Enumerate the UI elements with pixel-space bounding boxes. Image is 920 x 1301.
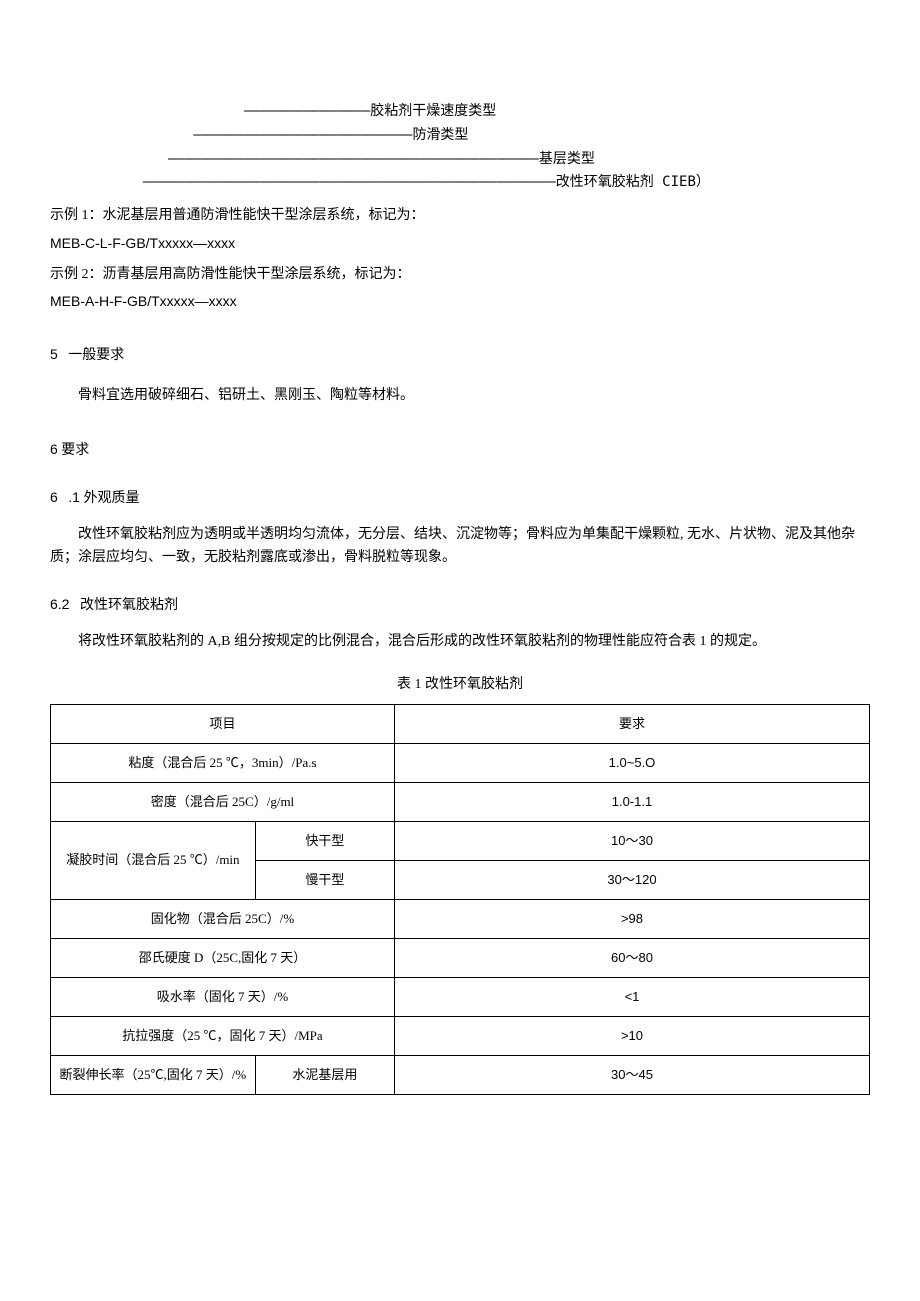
section-5-title: 一般要求 (68, 348, 124, 363)
table-cell: 快干型 (255, 822, 394, 861)
section-6-1-heading: 6 .1 外观质量 (50, 486, 870, 510)
table-cell: 断裂伸长率（25℃,固化 7 天）/% (51, 1056, 256, 1095)
example-1-code: MEB-C-L-F-GB/Txxxxx—xxxx (50, 232, 870, 254)
legend-text-3: 基层类型 (539, 151, 595, 167)
table-cell: 30～120 (394, 861, 869, 900)
legend-line-4: ————————————————————————————————————————… (50, 171, 870, 195)
table-cell: 60～80 (394, 939, 869, 978)
section-6-1-sub: .1 (68, 489, 80, 505)
legend-text-2: 防滑类型 (412, 127, 468, 143)
section-6-2-heading: 6.2 改性环氧胶粘剂 (50, 593, 870, 617)
table-cell: 30～45 (394, 1056, 869, 1095)
section-6-title: 要求 (61, 443, 89, 458)
example-1-label: 示例 1：水泥基层用普通防滑性能快干型涂层系统，标记为： (50, 205, 870, 227)
table-1-caption: 表 1 改性环氧胶粘剂 (50, 674, 870, 696)
section-6-2-num: 6.2 (50, 596, 69, 612)
table-cell: 凝胶时间（混合后 25 ℃）/min (51, 822, 256, 900)
legend-text-1: 胶粘剂干燥速度类型 (370, 103, 496, 119)
table-cell: 10～30 (394, 822, 869, 861)
table-header-item: 项目 (51, 705, 395, 744)
section-6-1-title: 外观质量 (83, 491, 139, 506)
table-row: 邵氏硬度 D（25C,固化 7 天） 60～80 (51, 939, 870, 978)
table-cell: 邵氏硬度 D（25C,固化 7 天） (51, 939, 395, 978)
table-cell: >10 (394, 1017, 869, 1056)
section-5-body: 骨料宜选用破碎细石、铝研土、黑刚玉、陶粒等材料。 (50, 385, 870, 407)
table-row: 断裂伸长率（25℃,固化 7 天）/% 水泥基层用 30～45 (51, 1056, 870, 1095)
table-cell: 1.0~5.O (394, 744, 869, 783)
legend-block: ———————————————胶粘剂干燥速度类型 ———————————————… (50, 100, 870, 195)
table-row: 吸水率（固化 7 天）/% <1 (51, 978, 870, 1017)
table-cell: 慢干型 (255, 861, 394, 900)
table-row: 粘度（混合后 25 ℃，3min）/Pa.s 1.0~5.O (51, 744, 870, 783)
table-cell: 吸水率（固化 7 天）/% (51, 978, 395, 1017)
table-cell: 固化物（混合后 25C）/% (51, 900, 395, 939)
section-6-2-title: 改性环氧胶粘剂 (80, 598, 178, 613)
example-2-code: MEB-A-H-F-GB/Txxxxx—xxxx (50, 290, 870, 312)
table-row: 抗拉强度（25 ℃，固化 7 天）/MPa >10 (51, 1017, 870, 1056)
table-row: 密度（混合后 25C）/g/ml 1.0-1.1 (51, 783, 870, 822)
table-cell: 水泥基层用 (255, 1056, 394, 1095)
section-5-num: 5 (50, 346, 58, 362)
section-5-heading: 5 一般要求 (50, 343, 870, 367)
section-6-1-num: 6 (50, 489, 58, 505)
table-1: 项目 要求 粘度（混合后 25 ℃，3min）/Pa.s 1.0~5.O 密度（… (50, 704, 870, 1095)
section-6-num: 6 (50, 441, 58, 457)
section-6-1-body: 改性环氧胶粘剂应为透明或半透明均匀流体，无分层、结块、沉淀物等；骨料应为单集配干… (50, 524, 870, 569)
table-header-req: 要求 (394, 705, 869, 744)
table-row: 凝胶时间（混合后 25 ℃）/min 快干型 10～30 (51, 822, 870, 861)
legend-text-4: 改性环氧胶粘剂 CIEB） (556, 174, 710, 190)
legend-line-2: ——————————————————————————防滑类型 (50, 124, 870, 148)
table-cell: 粘度（混合后 25 ℃，3min）/Pa.s (51, 744, 395, 783)
section-6-heading: 6 要求 (50, 438, 870, 462)
legend-line-3: ————————————————————————————————————————… (50, 148, 870, 172)
table-cell: 抗拉强度（25 ℃，固化 7 天）/MPa (51, 1017, 395, 1056)
table-cell: 1.0-1.1 (394, 783, 869, 822)
table-cell: <1 (394, 978, 869, 1017)
document-page: ———————————————胶粘剂干燥速度类型 ———————————————… (0, 0, 920, 1155)
section-6-2-body: 将改性环氧胶粘剂的 A,B 组分按规定的比例混合，混合后形成的改性环氧胶粘剂的物… (50, 631, 870, 653)
table-row: 项目 要求 (51, 705, 870, 744)
example-2-label: 示例 2：沥青基层用高防滑性能快干型涂层系统，标记为： (50, 264, 870, 286)
table-row: 固化物（混合后 25C）/% >98 (51, 900, 870, 939)
table-cell: >98 (394, 900, 869, 939)
table-cell: 密度（混合后 25C）/g/ml (51, 783, 395, 822)
legend-line-1: ———————————————胶粘剂干燥速度类型 (50, 100, 870, 124)
